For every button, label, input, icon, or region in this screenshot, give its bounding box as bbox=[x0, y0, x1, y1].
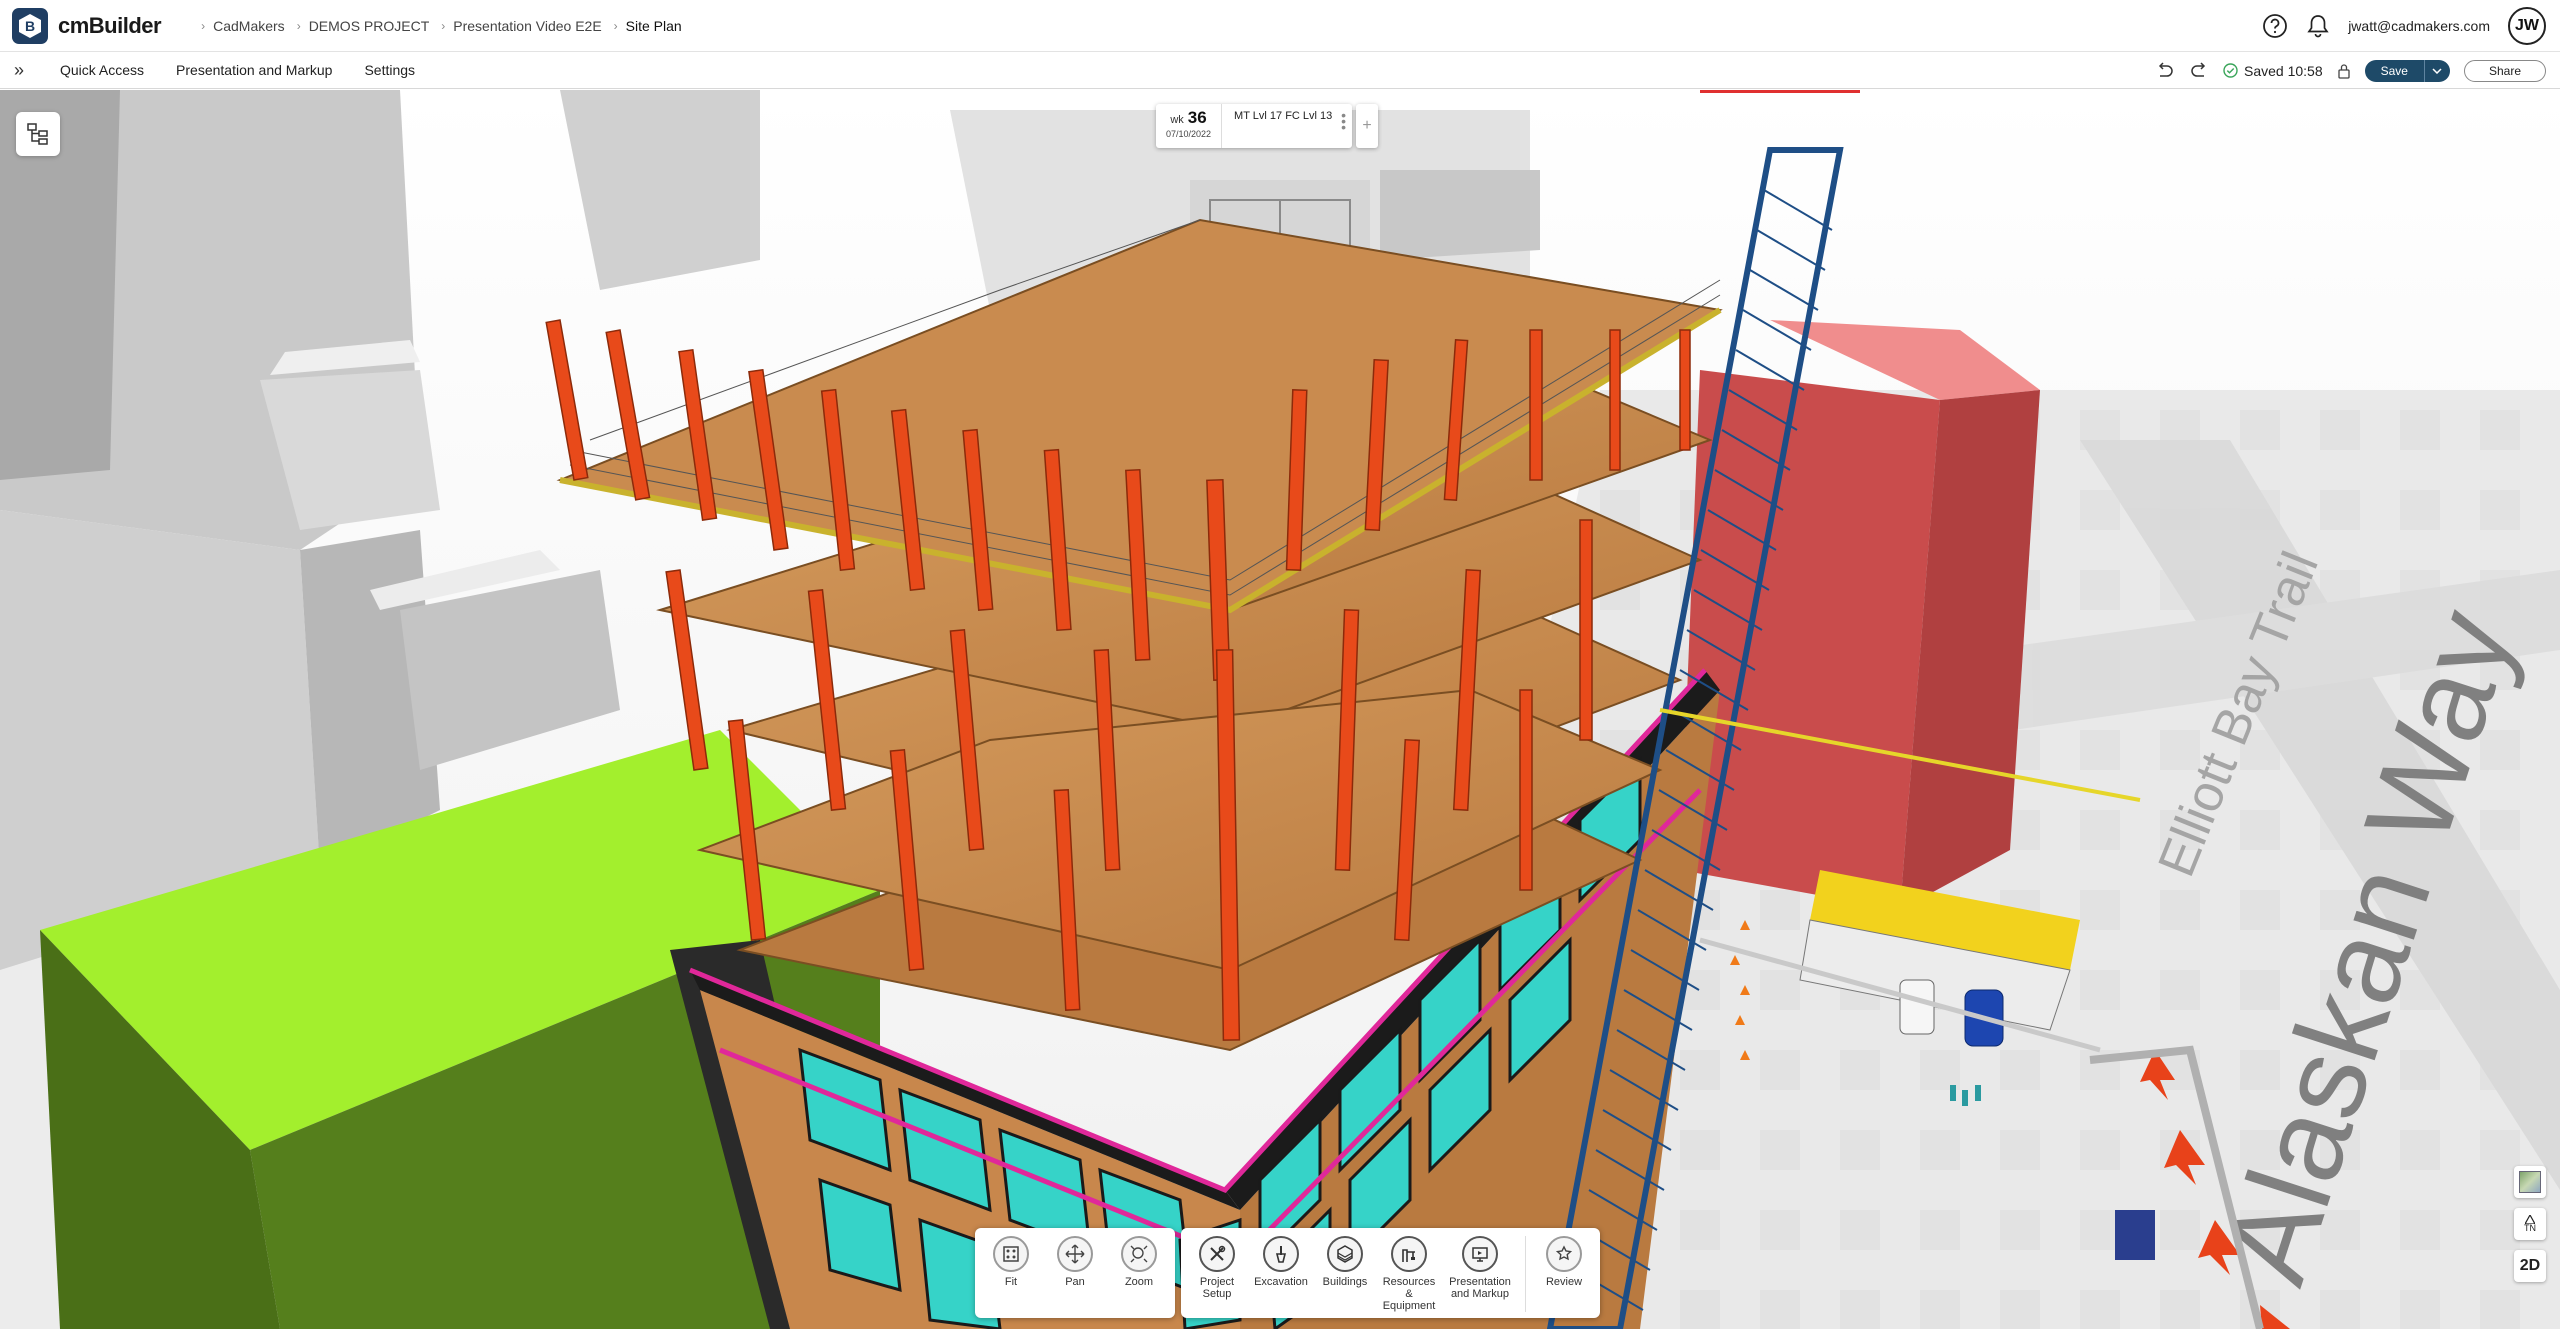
bottom-toolbar: Fit Pan Zoom Project Setup Excavation Bu… bbox=[975, 1228, 1600, 1318]
breadcrumb-item[interactable]: › DEMOS PROJECT bbox=[285, 18, 430, 34]
week-selector[interactable]: wk 36 07/10/2022 bbox=[1156, 104, 1223, 148]
chevron-right-icon: › bbox=[296, 18, 301, 33]
breadcrumb-current: › Site Plan bbox=[613, 17, 682, 34]
project-setup-label: Project Setup bbox=[1199, 1276, 1235, 1300]
pan-label: Pan bbox=[1065, 1276, 1085, 1288]
saved-time: Saved 10:58 bbox=[2243, 62, 2323, 79]
generator bbox=[2115, 1210, 2155, 1260]
column bbox=[1529, 329, 1543, 481]
user-email[interactable]: jwatt@cadmakers.com bbox=[2348, 18, 2490, 34]
menu-quick-access[interactable]: Quick Access bbox=[60, 62, 144, 78]
notifications-bell-icon[interactable] bbox=[2306, 13, 2330, 39]
expand-panel-icon[interactable]: » bbox=[14, 60, 36, 81]
buildings-icon bbox=[1327, 1236, 1363, 1272]
breadcrumb-item[interactable]: › Presentation Video E2E bbox=[429, 18, 601, 34]
pan-icon bbox=[1057, 1236, 1093, 1272]
toolbar-divider bbox=[1525, 1236, 1526, 1312]
column bbox=[1579, 519, 1593, 741]
schedule-widget: wk 36 07/10/2022 MT Lvl 17 FC Lvl 13 • • • … bbox=[1156, 104, 1379, 148]
header-actions: jwatt@cadmakers.com JW bbox=[2262, 0, 2546, 52]
app-name: cmBuilder bbox=[58, 12, 162, 38]
fit-button[interactable]: Fit bbox=[983, 1236, 1039, 1288]
site-model-scene[interactable]: Elliott Bay Trail Alaskan Way bbox=[0, 90, 2560, 1329]
true-north-button[interactable]: TN bbox=[2514, 1208, 2546, 1240]
share-button[interactable]: Share bbox=[2463, 59, 2546, 82]
excavation-button[interactable]: Excavation bbox=[1253, 1236, 1309, 1288]
presentation-icon bbox=[1462, 1236, 1498, 1272]
breadcrumb-item[interactable]: › CadMakers bbox=[189, 18, 285, 34]
week-date: 07/10/2022 bbox=[1166, 129, 1212, 139]
view-controls-group: Fit Pan Zoom bbox=[975, 1228, 1175, 1318]
column bbox=[1609, 329, 1621, 471]
phase-label: MT Lvl 17 FC Lvl 13 bbox=[1234, 110, 1333, 122]
view-side-tools: TN 2D bbox=[2514, 1166, 2546, 1282]
schedule-card[interactable]: wk 36 07/10/2022 MT Lvl 17 FC Lvl 13 • • • bbox=[1156, 104, 1353, 148]
workflow-tools-group: Project Setup Excavation Buildings Resou… bbox=[1181, 1228, 1600, 1318]
project-setup-icon bbox=[1199, 1236, 1235, 1272]
zoom-icon bbox=[1121, 1236, 1157, 1272]
breadcrumb: › CadMakers › DEMOS PROJECT › Presentation … bbox=[189, 18, 682, 34]
map-thumbnail-icon bbox=[2519, 1171, 2541, 1193]
buildings-label: Buildings bbox=[1322, 1276, 1368, 1288]
excavation-label: Excavation bbox=[1254, 1276, 1308, 1288]
zoom-label: Zoom bbox=[1124, 1276, 1154, 1288]
save-button[interactable]: Save bbox=[2364, 59, 2424, 82]
app-logo-icon[interactable]: B bbox=[12, 7, 48, 44]
undo-icon[interactable] bbox=[2155, 61, 2175, 80]
top-header: B cmBuilder › CadMakers › DEMOS PROJECT › P… bbox=[0, 0, 2560, 52]
plus-icon: + bbox=[1362, 117, 1372, 134]
chevron-right-icon: › bbox=[201, 18, 206, 33]
week-number: 36 bbox=[1187, 108, 1207, 127]
fit-label: Fit bbox=[1004, 1276, 1018, 1288]
white-car bbox=[1899, 979, 1935, 1035]
resources-equipment-label: Resources & Equipment bbox=[1382, 1276, 1436, 1312]
help-icon[interactable] bbox=[2262, 13, 2288, 39]
resources-equipment-button[interactable]: Resources & Equipment bbox=[1381, 1236, 1437, 1312]
review-icon bbox=[1546, 1236, 1582, 1272]
chevron-right-icon: › bbox=[441, 18, 446, 33]
check-circle-icon bbox=[2223, 63, 2238, 78]
chevron-right-icon: › bbox=[613, 18, 618, 33]
view-mode-2d-button[interactable]: 2D bbox=[2514, 1250, 2546, 1282]
user-avatar[interactable]: JW bbox=[2508, 7, 2546, 45]
resources-icon bbox=[1391, 1236, 1427, 1272]
buildings-button[interactable]: Buildings bbox=[1317, 1236, 1373, 1288]
project-setup-button[interactable]: Project Setup bbox=[1189, 1236, 1245, 1300]
model-tree-icon bbox=[27, 123, 48, 145]
menu-presentation-markup[interactable]: Presentation and Markup bbox=[176, 62, 332, 78]
lock-icon[interactable] bbox=[2337, 63, 2351, 79]
model-tree-button[interactable] bbox=[16, 112, 60, 156]
schedule-phase[interactable]: MT Lvl 17 FC Lvl 13 • • • bbox=[1222, 104, 1352, 148]
save-button-group: Save bbox=[2364, 59, 2450, 82]
menu-bar-actions: Saved 10:58 Save Share bbox=[2155, 52, 2546, 89]
column bbox=[1679, 329, 1691, 451]
fit-icon bbox=[993, 1236, 1029, 1272]
more-options-icon[interactable]: • • • bbox=[1341, 108, 1346, 134]
red-block bbox=[1680, 320, 2040, 910]
review-button[interactable]: Review bbox=[1536, 1236, 1592, 1288]
3d-viewport[interactable]: Elliott Bay Trail Alaskan Way wk 36 07/1… bbox=[0, 90, 2560, 1329]
review-label: Review bbox=[1545, 1276, 1583, 1288]
pan-button[interactable]: Pan bbox=[1047, 1236, 1103, 1288]
menu-settings[interactable]: Settings bbox=[364, 62, 415, 78]
presentation-markup-button[interactable]: Presentation and Markup bbox=[1445, 1236, 1515, 1300]
basemap-toggle-button[interactable] bbox=[2514, 1166, 2546, 1198]
excavation-icon bbox=[1263, 1236, 1299, 1272]
column bbox=[1519, 689, 1533, 891]
zoom-button[interactable]: Zoom bbox=[1111, 1236, 1167, 1288]
menu-bar: » Quick Access Presentation and Markup S… bbox=[0, 52, 2560, 89]
logo-letter: B bbox=[25, 18, 35, 34]
save-options-chevron-down-icon[interactable] bbox=[2423, 59, 2450, 82]
week-prefix: wk bbox=[1170, 114, 1184, 126]
redo-icon[interactable] bbox=[2189, 61, 2209, 80]
true-north-label: TN bbox=[2524, 1223, 2536, 1233]
save-status: Saved 10:58 bbox=[2223, 63, 2323, 79]
presentation-markup-label: Presentation and Markup bbox=[1449, 1276, 1511, 1300]
add-phase-button[interactable]: + bbox=[1356, 104, 1379, 148]
